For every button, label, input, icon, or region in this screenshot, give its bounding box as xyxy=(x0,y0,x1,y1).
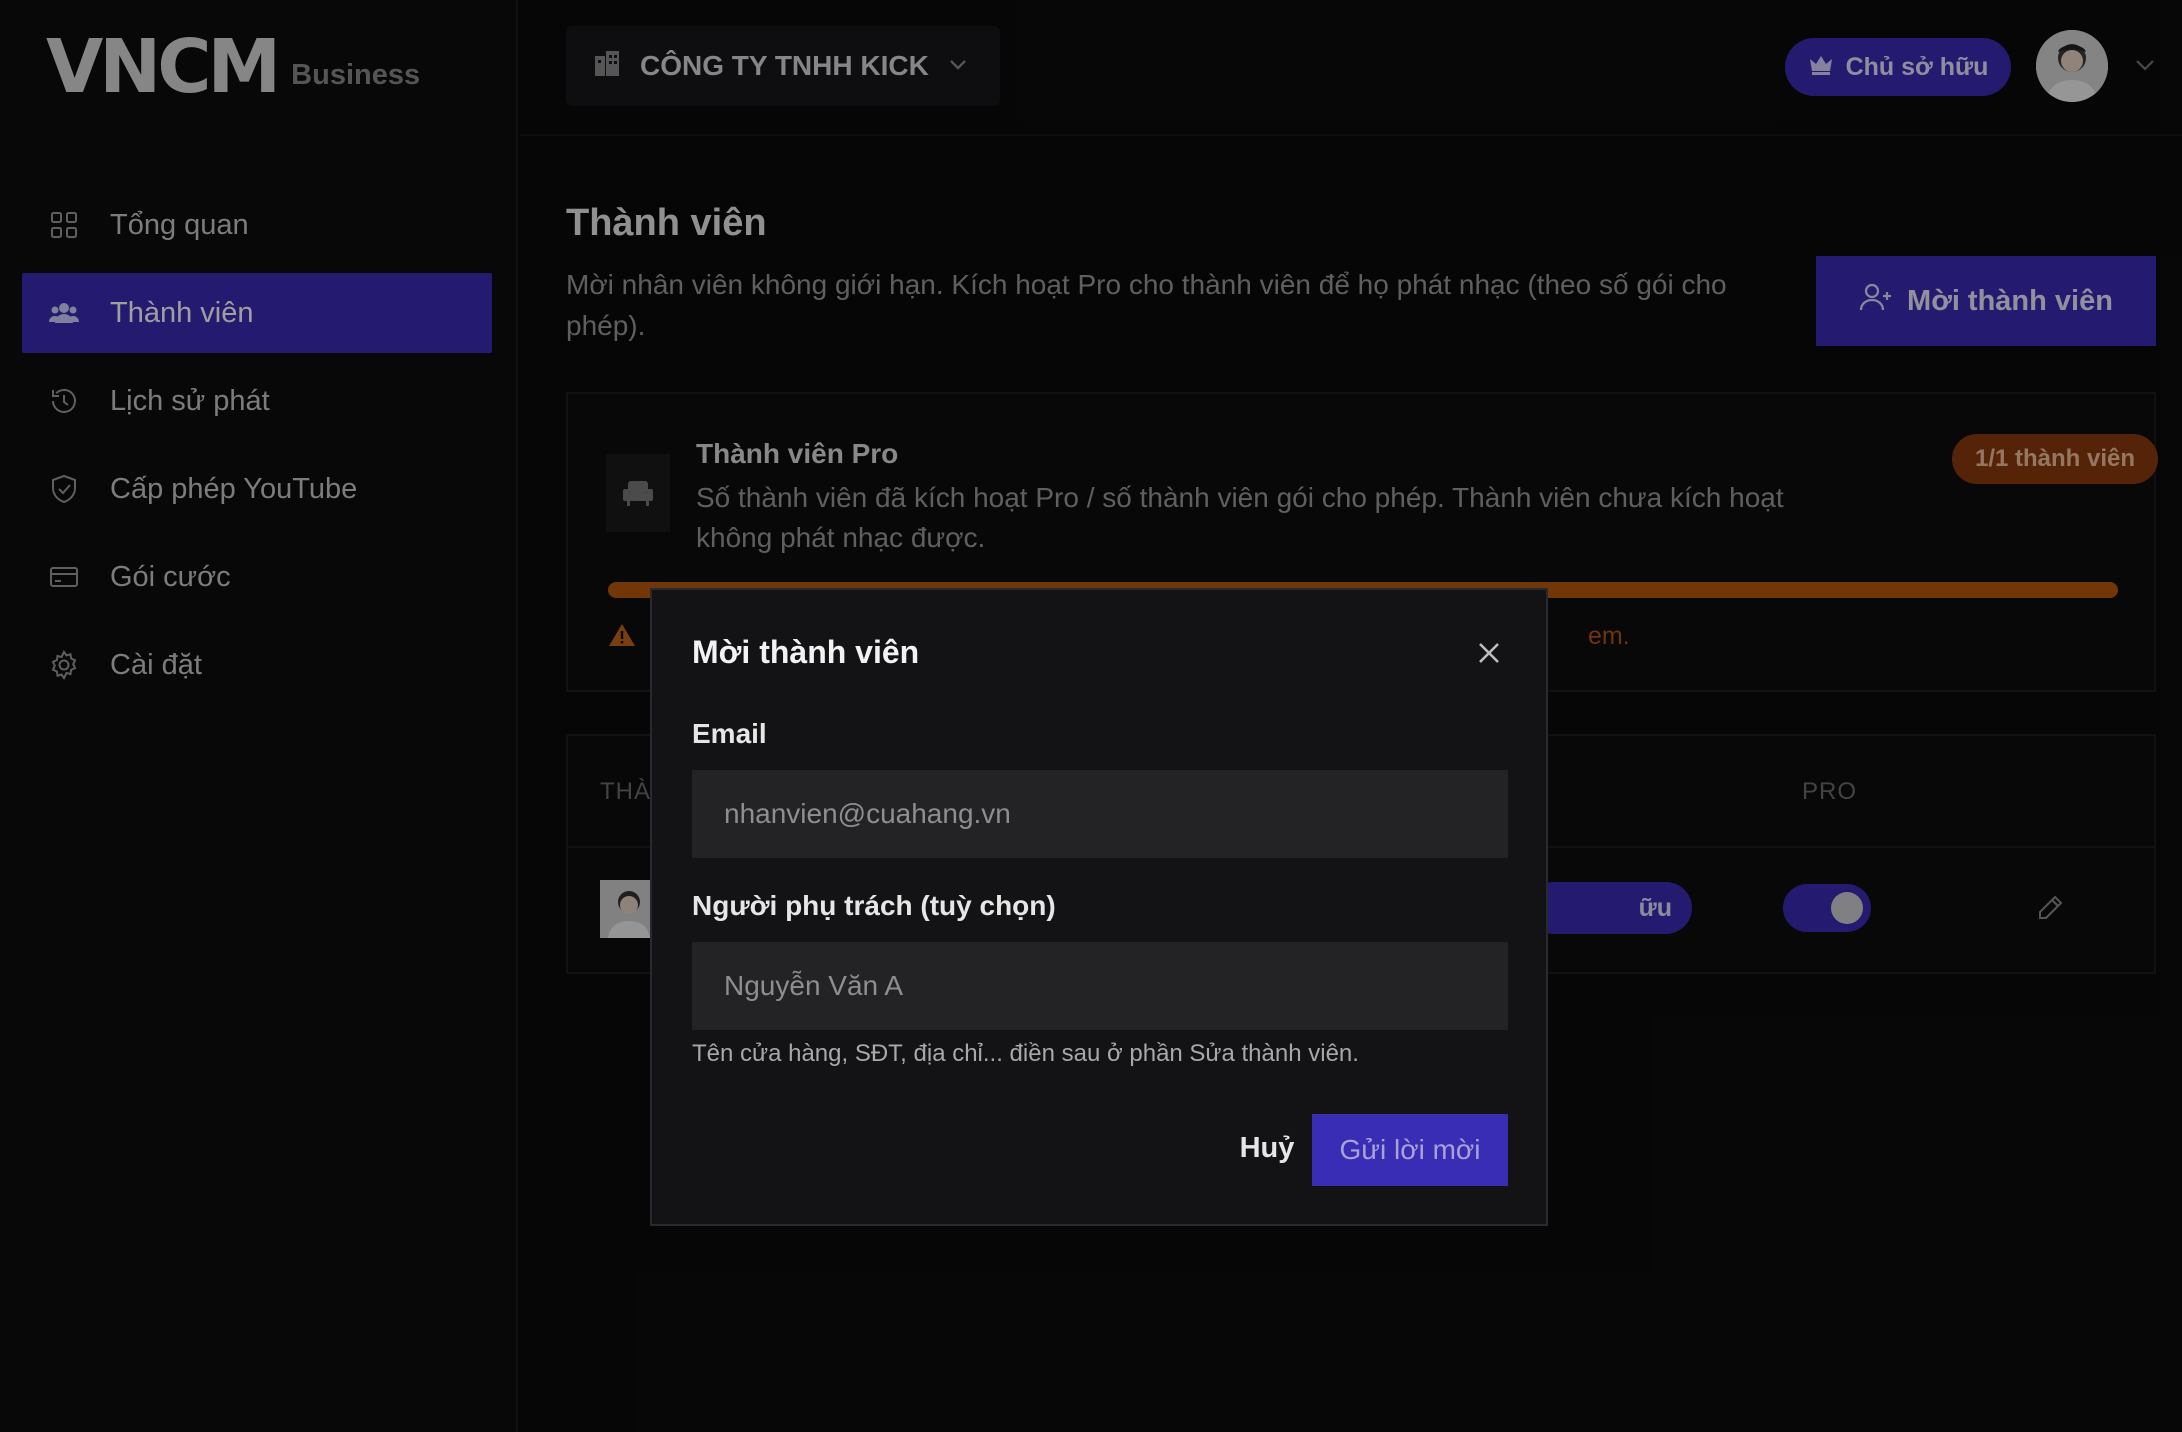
email-field[interactable] xyxy=(692,770,1508,858)
cancel-button[interactable]: Huỷ xyxy=(1212,1112,1322,1184)
invite-member-dialog: Mời thành viên Email Người phụ trách (tu… xyxy=(650,588,1548,1226)
close-icon[interactable] xyxy=(1472,636,1506,670)
email-label: Email xyxy=(692,718,767,749)
send-invite-button[interactable]: Gửi lời mời xyxy=(1312,1114,1508,1186)
manager-field[interactable] xyxy=(692,942,1508,1030)
manager-label: Người phụ trách (tuỳ chọn) xyxy=(692,890,1056,921)
dialog-title: Mời thành viên xyxy=(692,634,920,670)
manager-hint: Tên cửa hàng, SĐT, địa chỉ... điền sau ở… xyxy=(692,1040,1359,1067)
